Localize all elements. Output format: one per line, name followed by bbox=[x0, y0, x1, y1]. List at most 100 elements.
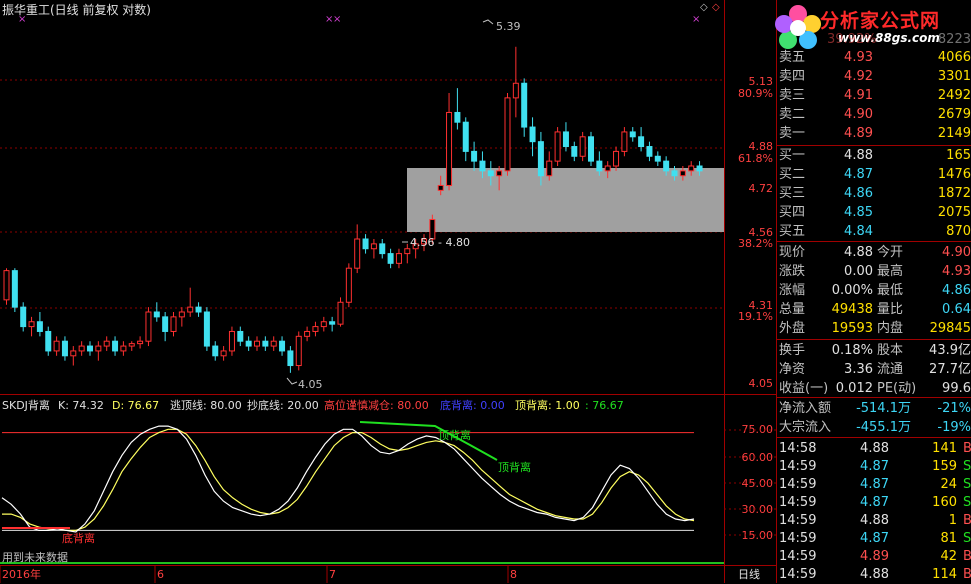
ask-label: 卖二 bbox=[779, 107, 806, 122]
candle-down bbox=[638, 136, 645, 148]
tick-time: 14:59 bbox=[779, 459, 817, 474]
tick-side: S bbox=[963, 459, 971, 474]
tick-time: 14:58 bbox=[779, 441, 817, 456]
stat-value: 4.86 bbox=[942, 283, 971, 298]
stat-row: 现价 4.88 今开 4.90 bbox=[779, 245, 971, 260]
candle-down bbox=[237, 330, 244, 342]
candle-up bbox=[579, 136, 586, 157]
stat-row: 换手 0.18% 股本 43.9亿 bbox=[779, 343, 971, 358]
stat-value: 29845 bbox=[929, 321, 971, 336]
candle-up bbox=[437, 184, 444, 191]
bid-row: 买三 4.86 1872 bbox=[777, 184, 971, 203]
low-annotation: 4.05 bbox=[286, 377, 323, 391]
flow-value: -455.1万 bbox=[856, 420, 911, 435]
candle-down bbox=[588, 136, 594, 162]
divergence-annotations: 顶背离 顶背离 底背离 用到未来数据 bbox=[2, 421, 531, 564]
tick-row: 14:58 4.88 141 B bbox=[777, 439, 971, 458]
tick-side: S bbox=[963, 495, 971, 510]
indicator-axis-label: 45.00 bbox=[742, 477, 774, 490]
candle-down bbox=[454, 111, 461, 123]
bid-volume: 165 bbox=[946, 148, 971, 163]
high-label: 5.39 bbox=[496, 20, 521, 33]
candle-up bbox=[70, 350, 77, 357]
tick-time: 14:59 bbox=[779, 495, 817, 510]
diamond-icon-2[interactable]: ◇ bbox=[712, 2, 720, 13]
candle-up bbox=[128, 343, 135, 347]
stat-value: 0.64 bbox=[942, 302, 971, 317]
diamond-icon[interactable]: ◇ bbox=[700, 2, 708, 13]
ask-price: 4.93 bbox=[844, 50, 873, 65]
candle-up bbox=[295, 335, 302, 367]
stat-value: 19593 bbox=[831, 321, 873, 336]
candle-up bbox=[404, 248, 411, 255]
tick-volume: 160 bbox=[932, 495, 957, 510]
tick-time: 14:59 bbox=[779, 531, 817, 546]
indicator-axis-label: 60.00 bbox=[742, 451, 774, 464]
candle-down bbox=[571, 146, 578, 157]
candle-up bbox=[395, 253, 402, 264]
tick-volume: 1 bbox=[948, 513, 957, 528]
ask-volume: 2149 bbox=[937, 126, 971, 141]
bid-label: 买一 bbox=[779, 148, 806, 163]
tick-time: 14:59 bbox=[779, 513, 817, 528]
tick-price: 4.89 bbox=[860, 549, 889, 564]
candle-down bbox=[87, 345, 93, 352]
price-axis-label: 4.72 bbox=[749, 182, 774, 195]
tick-row: 14:59 4.89 42 B bbox=[777, 547, 971, 566]
ask-label: 卖一 bbox=[779, 126, 806, 141]
pct-axis-label: 80.9% bbox=[738, 87, 773, 100]
candle-up bbox=[496, 170, 503, 177]
tick-side: S bbox=[963, 477, 971, 492]
candle-up bbox=[354, 238, 361, 269]
stat-row: 外盘 19593 内盘 29845 bbox=[779, 321, 971, 336]
stat-value: 4.88 bbox=[844, 245, 873, 260]
stat-value: 49438 bbox=[831, 302, 873, 317]
tick-row: 14:59 4.87 24 S bbox=[777, 475, 971, 494]
time-label: 8 bbox=[510, 568, 517, 581]
time-label: 7 bbox=[329, 568, 336, 581]
footnote: 用到未来数据 bbox=[2, 550, 68, 564]
time-label: 6 bbox=[157, 568, 164, 581]
bid-price: 4.86 bbox=[844, 186, 873, 201]
tick-row: 14:59 4.88 114 B bbox=[777, 565, 971, 584]
ask-volume: 2492 bbox=[937, 88, 971, 103]
stat-value: 3.36 bbox=[844, 362, 873, 377]
flow-value: -514.1万 bbox=[856, 401, 911, 416]
bottom-label: 抄底线: 20.00 bbox=[247, 398, 319, 412]
candle-up bbox=[512, 82, 519, 99]
candle-down bbox=[279, 340, 286, 352]
tick-volume: 42 bbox=[940, 549, 957, 564]
ask-row: 卖五 4.93 4066 bbox=[777, 48, 971, 67]
frame bbox=[0, 0, 777, 583]
ask-price: 4.89 bbox=[844, 126, 873, 141]
bid-price: 4.88 bbox=[844, 148, 873, 163]
candle-down bbox=[36, 321, 43, 332]
indicator-axis-label: 15.00 bbox=[742, 529, 774, 542]
indicator-header: SKDJ背离 K: 74.32 D: 76.67 逃顶线: 80.00 抄底线:… bbox=[2, 398, 624, 412]
candle-down bbox=[329, 321, 336, 325]
flow-row: 净流入额 -514.1万 -21% bbox=[779, 401, 971, 416]
candle-down bbox=[521, 82, 528, 128]
candle-down bbox=[471, 150, 478, 162]
ask-row: 卖二 4.90 2679 bbox=[777, 105, 971, 124]
candle-up bbox=[3, 270, 10, 301]
indicator-plot bbox=[0, 425, 724, 564]
tick-side: B bbox=[963, 567, 971, 582]
candle-down bbox=[112, 340, 119, 352]
pct-axis-label: 61.8% bbox=[738, 152, 773, 165]
indicator-axis-label: 75.00 bbox=[742, 423, 774, 436]
pct-axis-label: 19.1% bbox=[738, 310, 773, 323]
candle-up bbox=[604, 165, 611, 172]
candle-down bbox=[671, 170, 678, 177]
time-label: 2016年 bbox=[2, 567, 41, 581]
bid-label: 买五 bbox=[779, 224, 806, 239]
tick-row: 14:59 4.87 81 S bbox=[777, 529, 971, 548]
svg-text:×: × bbox=[18, 14, 26, 25]
candle-up bbox=[370, 243, 377, 250]
tick-price: 4.87 bbox=[860, 477, 889, 492]
range-box bbox=[407, 168, 724, 232]
ask-label: 卖三 bbox=[779, 88, 806, 103]
stat-row: 净资 3.36 流通 27.7亿 bbox=[779, 362, 971, 377]
indicator-axis: 75.00 60.00 45.00 30.00 15.00 bbox=[742, 423, 774, 542]
ask-price: 4.91 bbox=[844, 88, 873, 103]
